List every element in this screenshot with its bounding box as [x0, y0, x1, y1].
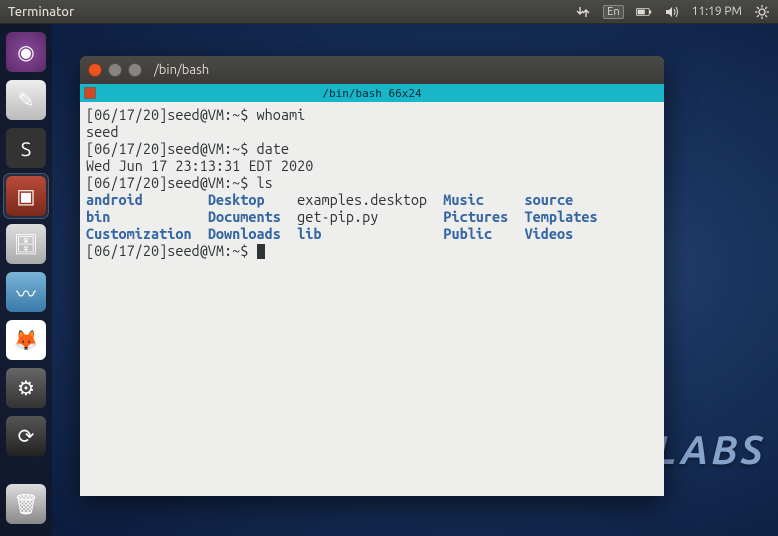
clock[interactable]: 11:19 PM — [692, 5, 742, 18]
trash-icon: 🗑 — [6, 484, 46, 524]
terminal-tabbar[interactable]: /bin/bash 66x24 — [80, 84, 664, 102]
system-settings-icon: ⚙ — [6, 368, 46, 408]
window-maximize-button[interactable] — [128, 63, 142, 77]
terminal-output[interactable]: [06/17/20]seed@VM:~$ whoami seed [06/17/… — [80, 102, 664, 496]
active-app-title: Terminator — [8, 5, 575, 19]
network-icon[interactable] — [575, 4, 591, 20]
launcher-trash[interactable]: 🗑 — [4, 482, 48, 526]
window-minimize-button[interactable] — [108, 63, 122, 77]
launcher-text-editor[interactable]: ✎ — [4, 78, 48, 122]
files-icon: 🗄 — [6, 224, 46, 264]
session-gear-icon[interactable] — [754, 4, 770, 20]
window-title: /bin/bash — [154, 63, 209, 77]
software-updater-icon: ⟳ — [6, 416, 46, 456]
launcher-ubuntu-dash[interactable]: ◉ — [4, 30, 48, 74]
launcher-sublime-text[interactable]: S — [4, 126, 48, 170]
wireshark-icon: 〰 — [6, 272, 46, 312]
terminal-tab-label: /bin/bash 66x24 — [322, 87, 421, 100]
text-editor-icon: ✎ — [6, 80, 46, 120]
system-tray: En 11:19 PM — [575, 4, 770, 20]
window-close-button[interactable] — [88, 63, 102, 77]
terminator-window: /bin/bash /bin/bash 66x24 [06/17/20]seed… — [80, 56, 664, 496]
battery-icon[interactable] — [636, 4, 652, 20]
launcher-system-settings[interactable]: ⚙ — [4, 366, 48, 410]
launcher-software-updater[interactable]: ⟳ — [4, 414, 48, 458]
top-menubar: Terminator En 11:19 PM — [0, 0, 778, 24]
unity-launcher: ◉ ✎ S ▣ 🗄 〰 🦊 ⚙ ⟳ 🗑 — [0, 24, 52, 536]
firefox-icon: 🦊 — [6, 320, 46, 360]
tab-broadcast-icon[interactable] — [84, 87, 96, 99]
volume-icon[interactable] — [664, 4, 680, 20]
sublime-text-icon: S — [6, 128, 46, 168]
launcher-wireshark[interactable]: 〰 — [4, 270, 48, 314]
ubuntu-dash-icon: ◉ — [6, 32, 46, 72]
keyboard-language-indicator[interactable]: En — [603, 5, 623, 19]
launcher-files[interactable]: 🗄 — [4, 222, 48, 266]
launcher-terminator[interactable]: ▣ — [4, 174, 48, 218]
terminator-icon: ▣ — [6, 176, 46, 216]
window-titlebar[interactable]: /bin/bash — [80, 56, 664, 84]
terminal-cursor — [257, 244, 265, 259]
launcher-firefox[interactable]: 🦊 — [4, 318, 48, 362]
